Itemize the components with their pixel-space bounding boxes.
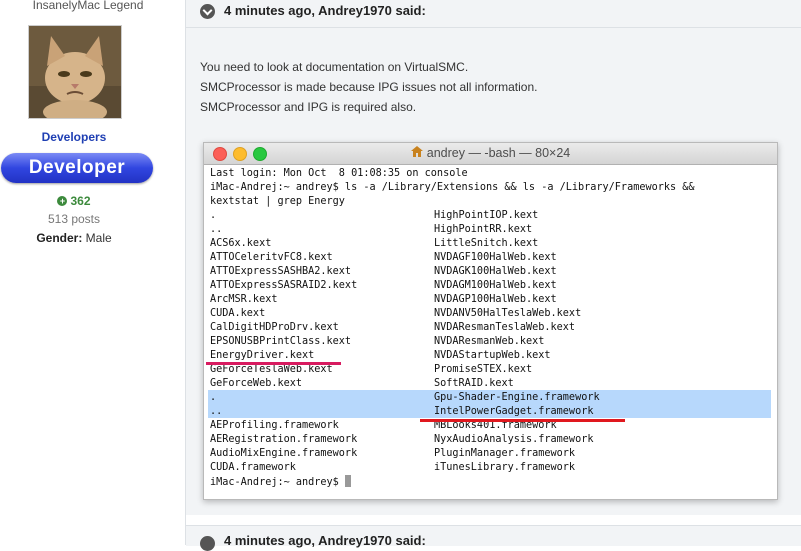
listing-right: NVDAStartupWeb.kext [434, 350, 551, 361]
listing-left: ATTOExpressSASRAID2.kext [210, 280, 358, 291]
listing-left: AEProfiling.framework [210, 420, 339, 431]
quote-citation: 4 minutes ago, Andrey1970 said: [224, 533, 426, 548]
listing-right: PluginManager.framework [434, 448, 576, 459]
listing-left: GeForceWeb.kext [210, 378, 303, 389]
annotation-underline [420, 419, 625, 422]
terminal-row: AudioMixEngine.framework PluginManager.fr… [210, 447, 575, 461]
quote-header: 4 minutes ago, Andrey1970 said: [200, 3, 426, 18]
listing-right: LittleSnitch.kext [434, 238, 539, 249]
listing-right: NVDAResmanTeslaWeb.kext [434, 322, 576, 333]
listing-left: . [210, 210, 217, 221]
listing-left: EPSONUSBPrintClass.kext [210, 336, 352, 347]
terminal-row: EPSONUSBPrintClass.kext NVDAResmanWeb.kex… [210, 335, 544, 349]
quote-paragraph: SMCProcessor and IPG is required also. [200, 100, 417, 114]
gender-field: Gender: Male [0, 231, 148, 245]
terminal-line: iMac-Andrej:~ andrey$ ls -a /Library/Ext… [210, 182, 695, 193]
post-count: 513 posts [47, 212, 101, 226]
reputation-value: 362 [70, 194, 91, 208]
terminal-prompt-line: iMac-Andrej:~ andrey$ [210, 475, 351, 489]
terminal-row: AERegistration.framework NyxAudioAnalysis… [210, 433, 593, 447]
terminal-row: CUDA.kext NVDANV50HalTeslaWeb.kext [210, 307, 581, 321]
listing-right: NVDAResmanWeb.kext [434, 336, 545, 347]
listing-left: .. [210, 406, 223, 417]
quote-divider [186, 27, 801, 28]
terminal-window: andrey — -bash — 80×24 Last login: Mon O… [203, 142, 778, 500]
terminal-row: ATTOExpressSASRAID2.kext NVDAGM100HalWeb.… [210, 279, 557, 293]
listing-right: NVDAGK100HalWeb.kext [434, 266, 557, 277]
quote-paragraph: You need to look at documentation on Vir… [200, 60, 469, 74]
listing-left: .. [210, 224, 223, 235]
listing-right: NVDAGF100HalWeb.kext [434, 252, 557, 263]
annotation-underline [206, 362, 341, 365]
listing-left: CalDigitHDProDrv.kext [210, 322, 339, 333]
listing-left: ATTOExpressSASHBA2.kext [210, 266, 352, 277]
quote-paragraph: SMCProcessor is made because IPG issues … [200, 80, 538, 94]
listing-left: GeForceTeslaWeb.kext [210, 364, 333, 375]
terminal-row: . HighPointIOP.kext [210, 209, 538, 223]
terminal-line: Last login: Mon Oct 8 01:08:35 on consol… [210, 168, 468, 179]
terminal-row: EnergyDriver.kext NVDAStartupWeb.kext [210, 349, 551, 363]
listing-right: NVDAGM100HalWeb.kext [434, 280, 557, 291]
user-group-link[interactable]: Developers [0, 130, 148, 144]
terminal-row: .. IntelPowerGadget.framework [210, 405, 593, 419]
terminal-titlebar: andrey — -bash — 80×24 [204, 143, 777, 165]
member-rank: InsanelyMac Legend [32, 0, 144, 12]
listing-left: CUDA.framework [210, 462, 296, 473]
listing-right: IntelPowerGadget.framework [434, 406, 594, 417]
listing-left: ArcMSR.kext [210, 294, 278, 305]
listing-left: AudioMixEngine.framework [210, 448, 358, 459]
listing-left: ACS6x.kext [210, 238, 272, 249]
listing-right: iTunesLibrary.framework [434, 462, 576, 473]
terminal-row: ATTOCeleritvFC8.kext NVDAGF100HalWeb.kext [210, 251, 557, 265]
terminal-row: AEProfiling.framework MBLooks401.framewor… [210, 419, 557, 433]
gender-value: Male [85, 231, 112, 245]
listing-right: NVDAGP100HalWeb.kext [434, 294, 557, 305]
terminal-row: ACS6x.kext LittleSnitch.kext [210, 237, 538, 251]
listing-right: PromiseSTEX.kext [434, 364, 533, 375]
collapse-quote-icon[interactable] [200, 536, 215, 551]
terminal-row: CUDA.framework iTunesLibrary.framework [210, 461, 575, 475]
terminal-row: GeForceTeslaWeb.kext PromiseSTEX.kext [210, 363, 532, 377]
terminal-title-text: andrey — -bash — 80×24 [426, 146, 571, 160]
listing-left: AERegistration.framework [210, 434, 358, 445]
home-folder-icon [410, 146, 423, 160]
terminal-row: .. HighPointRR.kext [210, 223, 532, 237]
reputation-count: +362 [0, 194, 148, 208]
terminal-row: CalDigitHDProDrv.kext NVDAResmanTeslaWeb.… [210, 321, 575, 335]
listing-left: . [210, 392, 217, 403]
listing-left: EnergyDriver.kext [210, 350, 315, 361]
plus-icon: + [57, 196, 68, 206]
terminal-row: GeForceWeb.kext SoftRAID.kext [210, 377, 514, 391]
terminal-title: andrey — -bash — 80×24 [204, 146, 777, 160]
gender-label: Gender: [36, 231, 83, 245]
listing-right: HighPointIOP.kext [434, 210, 539, 221]
listing-right: SoftRAID.kext [434, 378, 514, 389]
author-sidebar: InsanelyMac Legend Developers Developer … [0, 0, 176, 545]
developer-badge: Developer [1, 153, 153, 183]
listing-right: Gpu-Shader-Engine.framework [434, 392, 600, 403]
terminal-row: ATTOExpressSASHBA2.kext NVDAGK100HalWeb.k… [210, 265, 557, 279]
terminal-row: . Gpu-Shader-Engine.framework [210, 391, 600, 405]
avatar[interactable] [28, 25, 122, 119]
listing-left: ATTOCeleritvFC8.kext [210, 252, 333, 263]
quote-citation: 4 minutes ago, Andrey1970 said: [224, 3, 426, 18]
terminal-row: ArcMSR.kext NVDAGP100HalWeb.kext [210, 293, 557, 307]
text-cursor [344, 475, 351, 487]
listing-left: CUDA.kext [210, 308, 266, 319]
prompt: iMac-Andrej:~ andrey$ [210, 477, 345, 488]
listing-right: HighPointRR.kext [434, 224, 533, 235]
listing-right: NVDANV50HalTeslaWeb.kext [434, 308, 582, 319]
listing-right: NyxAudioAnalysis.framework [434, 434, 594, 445]
terminal-line: kextstat | grep Energy [210, 196, 345, 207]
